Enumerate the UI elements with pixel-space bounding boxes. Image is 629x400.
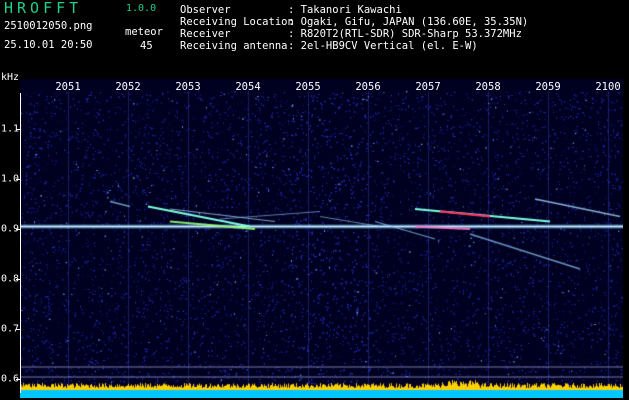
time-label: 2051 <box>55 81 81 93</box>
frequency-tick <box>16 179 21 180</box>
frequency-tick <box>16 279 21 280</box>
hrofft-window: HROFFT 1.0.0 2510012050.png 25.10.01 20:… <box>0 0 629 400</box>
meteor-count: 45 <box>140 40 153 52</box>
meteor-label: meteor <box>125 26 163 38</box>
location-value: : Ogaki, Gifu, JAPAN (136.60E, 35.35N) <box>288 16 529 28</box>
frequency-unit-label: kHz <box>1 72 20 83</box>
time-label: 2056 <box>355 81 381 93</box>
app-version: 1.0.0 <box>126 3 157 14</box>
capture-datetime: 25.10.01 20:50 <box>4 39 93 51</box>
antenna-value: : 2el-HB9CV Vertical (el. E-W) <box>288 40 478 52</box>
observer-value: : Takanori Kawachi <box>288 4 402 16</box>
time-label: 2052 <box>115 81 141 93</box>
time-label: 2057 <box>415 81 441 93</box>
time-label: 2100 <box>595 81 621 93</box>
observer-label: Observer <box>180 4 231 16</box>
spectrogram-canvas <box>20 79 623 398</box>
frequency-tick <box>16 379 21 380</box>
frequency-tick <box>16 129 21 130</box>
location-label: Receiving Location <box>180 16 294 28</box>
receiver-label: Receiver <box>180 28 231 40</box>
time-label: 2055 <box>295 81 321 93</box>
time-label: 2053 <box>175 81 201 93</box>
frequency-tick <box>16 229 21 230</box>
receiver-value: : R820T2(RTL-SDR) SDR-Sharp 53.372MHz <box>288 28 522 40</box>
antenna-label: Receiving antenna <box>180 40 288 52</box>
frequency-tick <box>16 329 21 330</box>
time-label: 2058 <box>475 81 501 93</box>
time-label: 2059 <box>535 81 561 93</box>
frequency-axis-line <box>20 93 21 393</box>
app-title: HROFFT <box>4 0 83 17</box>
time-label: 2054 <box>235 81 261 93</box>
file-name: 2510012050.png <box>4 20 93 32</box>
